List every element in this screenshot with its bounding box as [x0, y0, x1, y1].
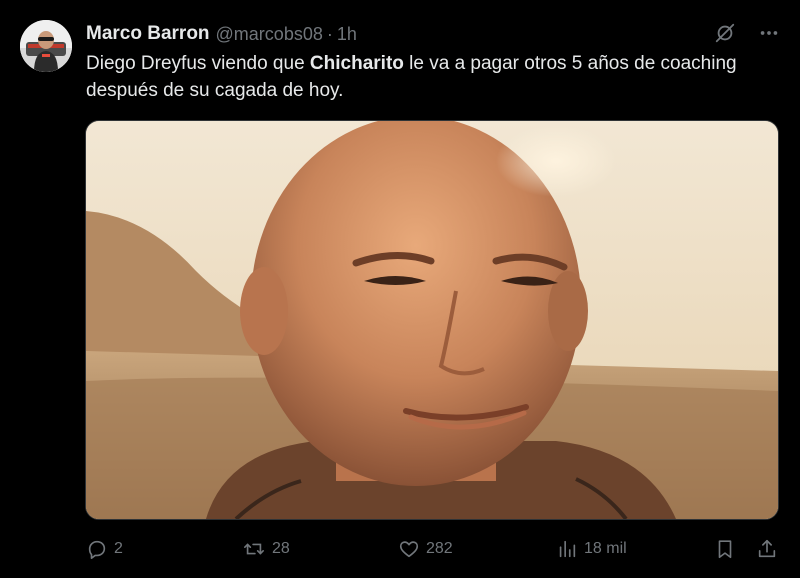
repost-count: 28 [272, 540, 290, 557]
tweet-actions-bar: 2 28 282 18 mil [86, 536, 778, 562]
heart-icon [399, 541, 419, 558]
repost-icon [244, 543, 264, 555]
more-icon[interactable] [758, 22, 780, 44]
views-button[interactable]: 18 mil [556, 538, 627, 560]
tweet-text-bold: Chicharito [309, 53, 404, 74]
views-icon [559, 540, 576, 558]
reply-count: 2 [114, 540, 123, 557]
share-icon [758, 539, 776, 558]
tweet-card[interactable]: Marco Barron @marcobs08 · 1h Diego Dreyf… [0, 0, 800, 578]
share-button[interactable] [756, 538, 778, 560]
repost-button[interactable]: 28 [242, 538, 290, 560]
avatar[interactable] [20, 20, 72, 72]
grok-icon[interactable] [714, 22, 736, 44]
like-button[interactable]: 282 [398, 538, 453, 560]
tweet-media-image[interactable] [85, 120, 779, 520]
avatar-image [20, 20, 72, 72]
header-actions [714, 22, 780, 44]
separator-dot: · [326, 23, 333, 44]
reply-button[interactable]: 2 [86, 538, 123, 560]
tweet-timestamp[interactable]: 1h [337, 24, 357, 45]
tweet-text: Diego Dreyfus viendo que Chicharito le v… [86, 50, 766, 104]
reply-icon [88, 540, 106, 559]
bookmark-button[interactable] [714, 538, 736, 560]
views-count: 18 mil [584, 540, 627, 557]
tweet-text-part1: Diego Dreyfus viendo que [86, 53, 310, 74]
tweet-header: Marco Barron @marcobs08 · 1h [86, 22, 357, 46]
author-handle[interactable]: @marcobs08 [216, 24, 323, 45]
like-count: 282 [426, 540, 453, 557]
bookmark-icon [718, 540, 732, 559]
media-illustration [86, 121, 778, 519]
author-name[interactable]: Marco Barron [86, 23, 210, 45]
